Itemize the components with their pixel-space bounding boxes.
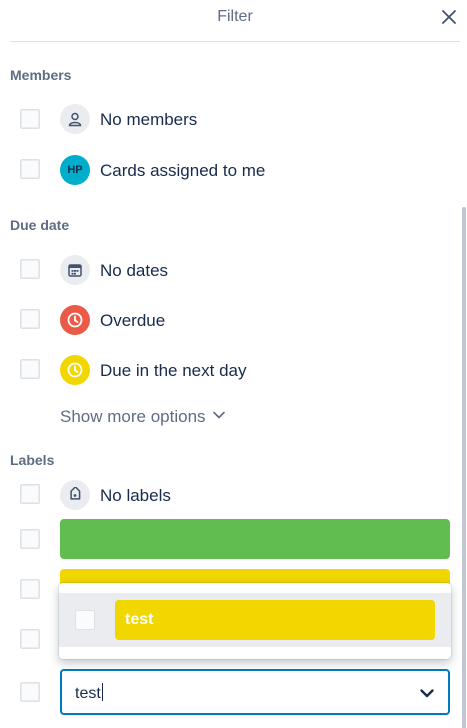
- calendar-icon: [60, 255, 90, 285]
- no-dates-checkbox[interactable]: [20, 259, 40, 279]
- due-date-section-title: Due date: [10, 217, 70, 233]
- no-labels-label[interactable]: No labels: [100, 486, 171, 506]
- members-section-title: Members: [10, 67, 72, 83]
- avatar: HP: [60, 155, 90, 185]
- green-label[interactable]: [60, 519, 450, 559]
- label-dropdown-menu: test: [59, 583, 451, 659]
- show-more-label: Show more options: [60, 407, 206, 426]
- no-labels-checkbox[interactable]: [20, 484, 40, 504]
- label-checkbox-3[interactable]: [20, 629, 40, 649]
- assigned-to-me-checkbox[interactable]: [20, 159, 40, 179]
- tag-icon: [60, 480, 90, 510]
- clock-icon: [60, 355, 90, 385]
- person-icon: [60, 104, 90, 134]
- dropdown-option-label: test: [115, 600, 435, 640]
- chevron-down-icon: [212, 407, 226, 427]
- filter-title: Filter: [217, 8, 253, 25]
- labels-section-title: Labels: [10, 452, 55, 468]
- overdue-label[interactable]: Overdue: [100, 311, 165, 331]
- dropdown-option-test[interactable]: test: [59, 593, 451, 647]
- overdue-checkbox[interactable]: [20, 309, 40, 329]
- dropdown-option-checkbox[interactable]: [75, 610, 95, 630]
- label-search-value: test: [75, 683, 103, 702]
- no-members-checkbox[interactable]: [20, 109, 40, 129]
- chevron-down-icon[interactable]: [418, 684, 436, 702]
- no-dates-label[interactable]: No dates: [100, 261, 168, 281]
- green-label-checkbox[interactable]: [20, 529, 40, 549]
- clock-icon: [60, 305, 90, 335]
- assigned-to-me-label[interactable]: Cards assigned to me: [100, 161, 265, 181]
- scrollbar[interactable]: [462, 42, 467, 728]
- due-next-day-label[interactable]: Due in the next day: [100, 361, 246, 381]
- scrollbar-thumb[interactable]: [462, 207, 466, 728]
- text-caret: [101, 683, 103, 701]
- close-icon[interactable]: [438, 6, 460, 28]
- label-search-input[interactable]: test: [60, 669, 450, 715]
- show-more-options-button[interactable]: Show more options: [60, 407, 226, 427]
- filter-header: Filter: [10, 0, 460, 42]
- due-next-day-checkbox[interactable]: [20, 359, 40, 379]
- no-members-label[interactable]: No members: [100, 110, 197, 130]
- yellow-label-checkbox[interactable]: [20, 579, 40, 599]
- label-select-checkbox[interactable]: [20, 682, 40, 702]
